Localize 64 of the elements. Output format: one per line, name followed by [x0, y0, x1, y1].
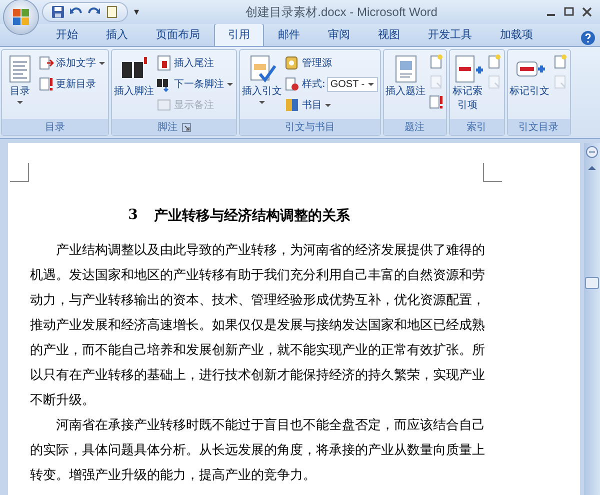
caret-icon [16, 100, 24, 105]
group-label: 目录 [45, 121, 65, 134]
ribbon-command[interactable]: 插入脚注 [114, 52, 154, 117]
ribbon-command[interactable]: 书目 [284, 96, 378, 114]
ribbon-command[interactable]: 下一条脚注 [156, 75, 234, 93]
caret-icon [98, 60, 106, 66]
ribbon-tab[interactable]: 加载项 [486, 23, 547, 46]
document-arrow-icon [38, 55, 54, 71]
document-exclamation-icon [38, 76, 54, 92]
customize-button[interactable]: ▾ [134, 6, 140, 18]
office-button[interactable] [4, 0, 38, 34]
ruler-toggle-icon[interactable] [585, 145, 599, 159]
ribbon-command[interactable]: 插入题注 [386, 52, 426, 117]
margin-corner-mark [483, 163, 502, 182]
books-icon [284, 97, 300, 113]
margin-corner-mark [10, 163, 29, 182]
scroll-thumb[interactable] [585, 277, 599, 289]
ribbon-command[interactable]: 目录 [4, 52, 36, 117]
ribbon-tab[interactable]: 页面布局 [142, 23, 214, 46]
save-icon[interactable] [51, 5, 65, 19]
group-label: 索引 [466, 120, 487, 134]
ribbon-tab[interactable]: 引用 [214, 23, 264, 46]
caret-icon [366, 82, 375, 86]
paragraph: 产业结构调整以及由此导致的产业转移，为河南省的经济发展提供了难得的机遇。发达国家和地区的产业转移有助于我们充分利用自己丰富的自然资源和劳动力，与产业转移输出的资本、技术、管理经验形成优势互补，优化资源配置，推动产业发展和经济高速增长。如果仅仅是发展与接纳发达国家和地区已经成熟的产业，而不能自己培养和发展创新产业，就不能实现产业的正常有效扩张。所以只有在产业转移的基础上，进行技术创新才能保持经济的持久繁荣，实现产业不断升级。 [29, 242, 485, 410]
group-label: 引文与书目 [284, 120, 335, 134]
heading-number: 3 [128, 207, 138, 225]
paragraph: 河南省在承接产业转移时既不能过于盲目也不能全盘否定，而应该结合自己的实际，具体问题具体分析。从长远发展的角度，将承接的产业从数量向质量上转变。增强产业升级的能力，提高产业的竞争力。 [29, 417, 485, 485]
group-label: 脚注 [158, 120, 178, 134]
ribbon-command[interactable]: 标记引文 [510, 52, 550, 117]
ribbon-command[interactable]: 插入尾注 [156, 54, 234, 72]
ribbon-tab[interactable]: 开发工具 [414, 23, 486, 46]
document-dot-icon [284, 76, 300, 92]
ribbon-tab[interactable]: 开始 [42, 23, 92, 46]
ribbon-tab[interactable]: 邮件 [264, 23, 314, 46]
group-label: 引文目录 [518, 120, 559, 134]
document-exclamation-icon[interactable] [428, 94, 444, 110]
dialog-launcher-icon[interactable] [182, 122, 190, 132]
scroll-up-icon[interactable] [587, 165, 597, 171]
maximize-icon[interactable] [562, 5, 576, 19]
caret-icon [226, 82, 234, 86]
window-title: 创建目录素材.docx - Microsoft Word [244, 4, 438, 20]
style-dropdown[interactable]: GOST - [327, 76, 378, 92]
ribbon-tab[interactable]: 插入 [92, 23, 142, 46]
document-icon[interactable] [105, 5, 119, 19]
office-logo-icon [11, 7, 31, 27]
ribbon-command[interactable]: 插入引文 [242, 52, 282, 117]
ribbon-command[interactable]: 更新目录 [38, 75, 106, 93]
ribbon-command[interactable]: 添加文字 [38, 54, 106, 72]
ribbon-command[interactable]: 管理源 [284, 54, 378, 72]
ribbon-command: 显示备注 [156, 96, 234, 114]
folder-icon [284, 55, 300, 71]
document-icon [156, 55, 172, 71]
close-icon[interactable] [580, 5, 594, 19]
ribbon-tab[interactable]: 审阅 [314, 23, 364, 46]
ribbon-command[interactable]: 标记索引项 [452, 52, 484, 117]
caret-icon [258, 100, 266, 105]
help-icon[interactable] [580, 30, 596, 46]
caret-icon [324, 102, 332, 108]
note-icon [156, 97, 172, 113]
vertical-scrollbar[interactable] [584, 143, 600, 495]
heading-text: 产业转移与经济结构调整的关系 [154, 207, 350, 225]
group-label: 题注 [404, 120, 425, 134]
ribbon-tab[interactable]: 视图 [364, 23, 414, 46]
field-label: 样式: [302, 78, 326, 91]
